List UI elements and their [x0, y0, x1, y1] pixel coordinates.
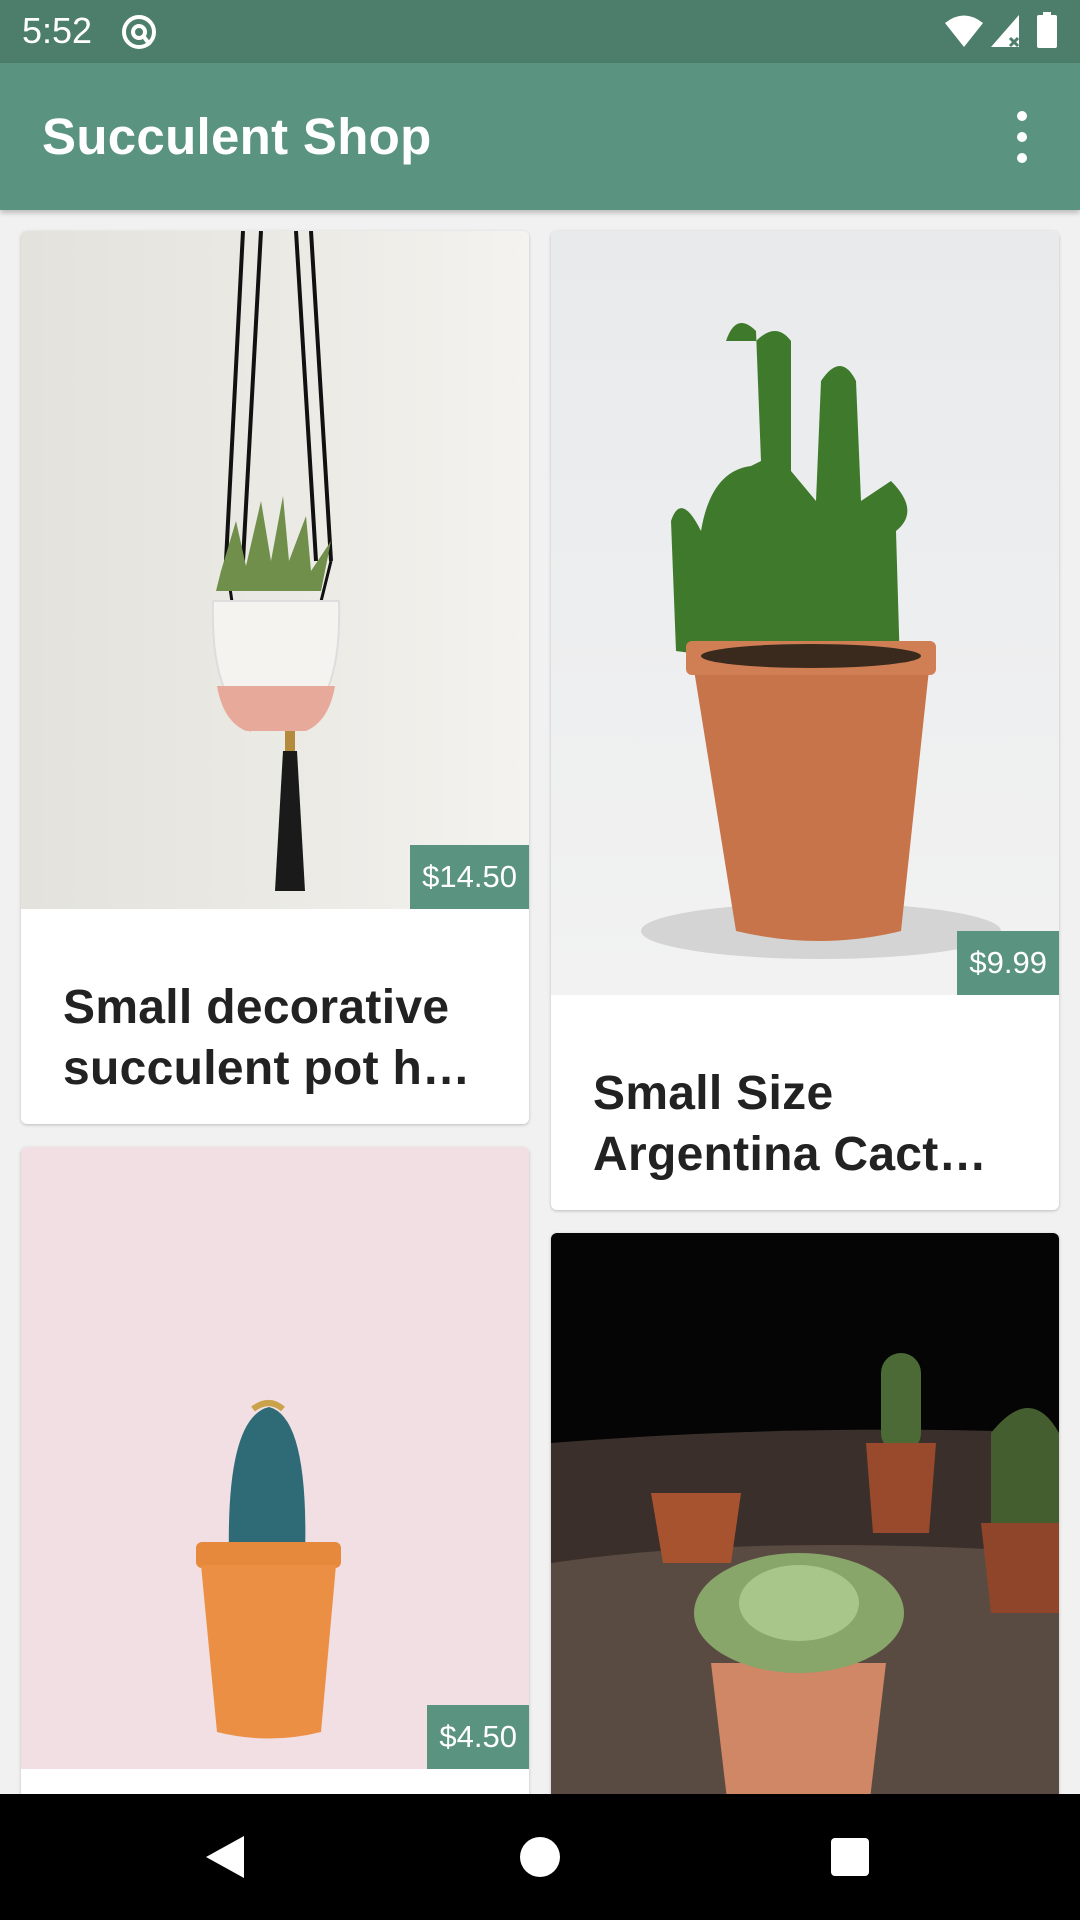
product-card[interactable] [551, 1233, 1059, 1794]
status-bar: 5:52 [0, 0, 1080, 63]
wifi-icon [945, 15, 983, 47]
status-time: 5:52 [22, 10, 93, 51]
battery-icon [1037, 12, 1057, 48]
navigation-bar [0, 1794, 1080, 1920]
product-card[interactable]: $4.50 [21, 1147, 529, 1794]
price-tag: $4.50 [427, 1705, 529, 1769]
recents-icon[interactable] [831, 1838, 869, 1876]
more-vert-icon[interactable] [1000, 105, 1044, 169]
product-image [551, 231, 1059, 995]
product-card[interactable]: $9.99 Small Size Argentina Cact… [551, 231, 1059, 1210]
app-title: Succulent Shop [42, 108, 432, 165]
signal-icon [991, 15, 1020, 48]
app-bar: Succulent Shop [0, 63, 1080, 210]
product-card[interactable]: $14.50 Small decorative succulent pot h… [21, 231, 529, 1124]
product-image [21, 231, 529, 909]
price-tag: $14.50 [410, 845, 529, 909]
product-name: Small decorative succulent pot h… [63, 981, 471, 1095]
product-image [551, 1233, 1059, 1794]
back-icon[interactable] [204, 1834, 246, 1880]
home-icon[interactable] [520, 1837, 560, 1877]
product-name: Small Size Argentina Cact… [593, 1067, 987, 1181]
product-grid[interactable]: $14.50 Small decorative succulent pot h… [0, 210, 1080, 1794]
product-image [21, 1147, 529, 1769]
price-tag: $9.99 [957, 931, 1059, 995]
at-sign-app-icon [122, 15, 156, 49]
